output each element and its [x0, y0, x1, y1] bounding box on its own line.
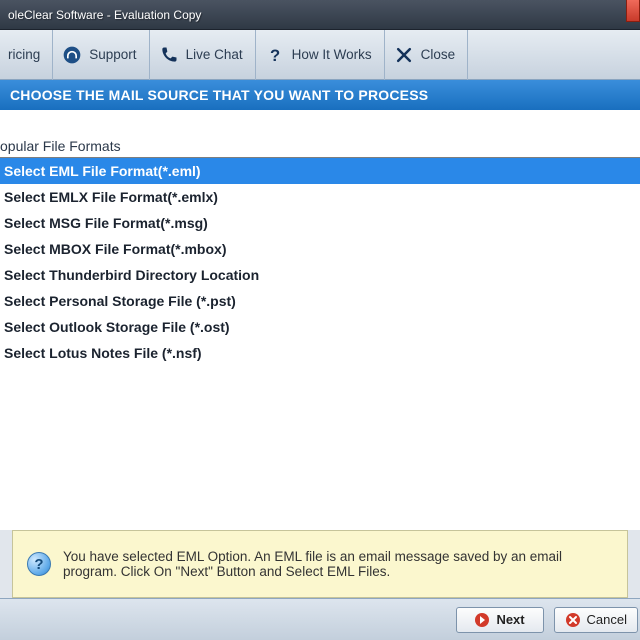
- close-button[interactable]: Close: [385, 30, 469, 80]
- cancel-label: Cancel: [587, 612, 627, 627]
- file-format-list: Select EML File Format(*.eml)Select EMLX…: [0, 157, 640, 366]
- file-format-item[interactable]: Select EMLX File Format(*.emlx): [0, 184, 640, 210]
- livechat-label: Live Chat: [186, 47, 243, 62]
- cancel-icon: [565, 612, 581, 628]
- file-format-item[interactable]: Select EML File Format(*.eml): [0, 158, 640, 184]
- svg-text:?: ?: [270, 45, 280, 64]
- phone-icon: [158, 44, 180, 66]
- window-title: oleClear Software - Evaluation Copy: [8, 8, 201, 22]
- bottom-bar: Next Cancel: [0, 598, 640, 640]
- pricing-button[interactable]: ricing: [0, 30, 53, 80]
- close-icon: [393, 44, 415, 66]
- main-panel: opular File Formats Select EML File Form…: [0, 110, 640, 530]
- section-label: opular File Formats: [0, 138, 640, 157]
- file-format-item[interactable]: Select MSG File Format(*.msg): [0, 210, 640, 236]
- next-button[interactable]: Next: [456, 607, 544, 633]
- title-bar: oleClear Software - Evaluation Copy: [0, 0, 640, 30]
- window-close-button[interactable]: [626, 0, 640, 22]
- header-text: CHOOSE THE MAIL SOURCE THAT YOU WANT TO …: [10, 87, 428, 103]
- file-format-item[interactable]: Select MBOX File Format(*.mbox): [0, 236, 640, 262]
- arrow-right-icon: [474, 612, 490, 628]
- info-text: You have selected EML Option. An EML fil…: [63, 549, 613, 579]
- howitworks-label: How It Works: [292, 47, 372, 62]
- next-label: Next: [496, 612, 524, 627]
- support-button[interactable]: Support: [53, 30, 149, 80]
- info-panel: ? You have selected EML Option. An EML f…: [12, 530, 628, 598]
- file-format-item[interactable]: Select Personal Storage File (*.pst): [0, 288, 640, 314]
- livechat-button[interactable]: Live Chat: [150, 30, 256, 80]
- headset-icon: [61, 44, 83, 66]
- cancel-button[interactable]: Cancel: [554, 607, 638, 633]
- close-label: Close: [421, 47, 456, 62]
- header-band: CHOOSE THE MAIL SOURCE THAT YOU WANT TO …: [0, 80, 640, 110]
- file-format-item[interactable]: Select Thunderbird Directory Location: [0, 262, 640, 288]
- toolbar: ricing Support Live Chat ? How It Works …: [0, 30, 640, 80]
- file-format-item[interactable]: Select Lotus Notes File (*.nsf): [0, 340, 640, 366]
- support-label: Support: [89, 47, 136, 62]
- howitworks-button[interactable]: ? How It Works: [256, 30, 385, 80]
- file-format-item[interactable]: Select Outlook Storage File (*.ost): [0, 314, 640, 340]
- question-icon: ?: [264, 44, 286, 66]
- pricing-label: ricing: [8, 47, 40, 62]
- info-icon: ?: [27, 552, 51, 576]
